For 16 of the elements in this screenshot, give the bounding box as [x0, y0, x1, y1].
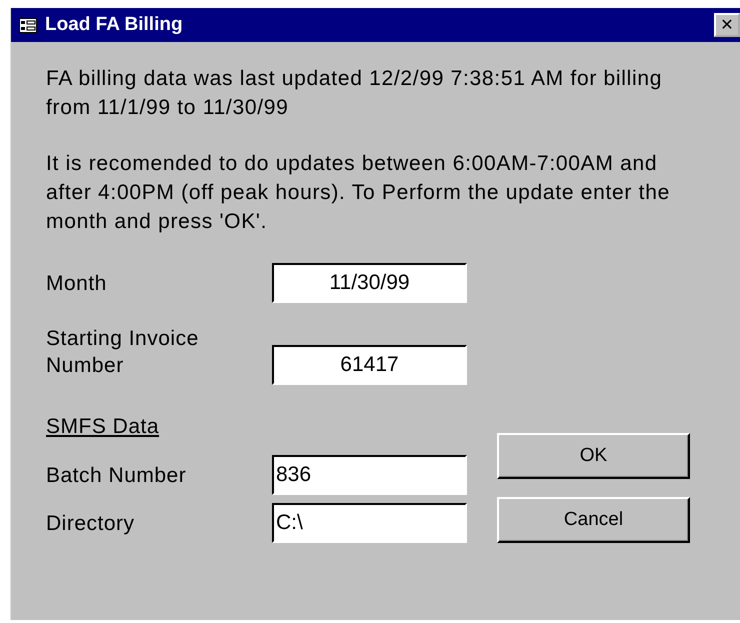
field-label: Directory: [46, 511, 136, 537]
input-field[interactable]: 836: [272, 455, 467, 495]
input-field[interactable]: 11/30/99: [272, 263, 467, 303]
input-field[interactable]: 61417: [272, 345, 467, 385]
message-text: FA billing data was last updated 12/2/99 7:38:51 AM for billing from 11/1/99 to 11/30/99: [46, 66, 664, 121]
cancel-button[interactable]: Cancel: [497, 497, 690, 543]
close-button[interactable]: ✕: [714, 13, 740, 37]
message-text: It is recomended to do updates between 6:00AM-7:00AM and after 4:00PM (off peak hours). To Perform the update enter the month and press 'OK'.: [46, 151, 671, 235]
field-label: Month: [46, 271, 108, 297]
window-title: Load FA Billing: [45, 14, 183, 36]
form-icon: [19, 18, 37, 32]
field-label: Starting Invoice Number: [46, 326, 200, 379]
field-label: Batch Number: [46, 463, 188, 489]
ok-button[interactable]: OK: [497, 433, 690, 479]
section-heading: SMFS Data: [46, 415, 160, 439]
input-field[interactable]: C:\: [272, 503, 467, 543]
